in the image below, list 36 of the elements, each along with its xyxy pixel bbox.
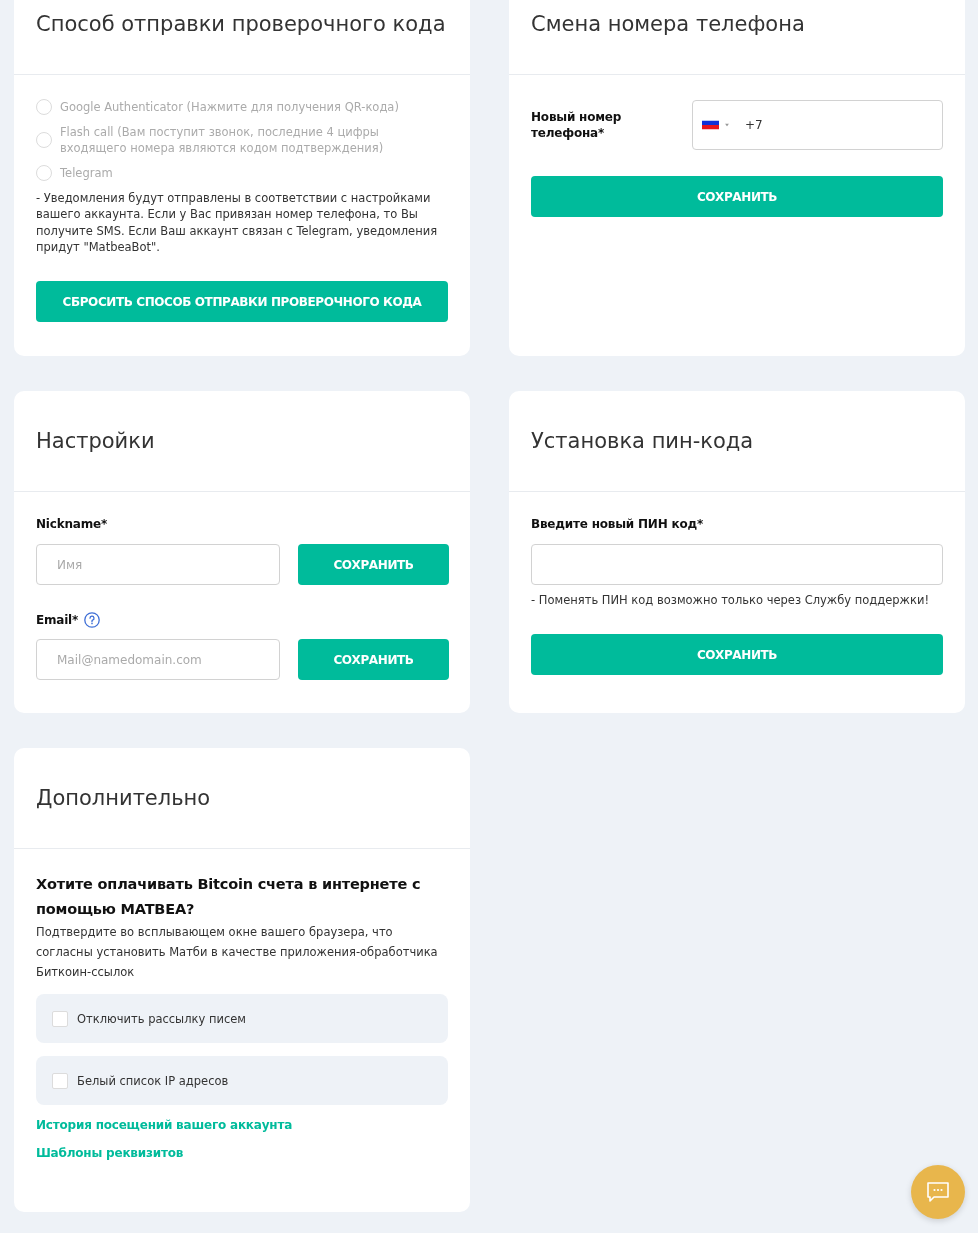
- section-title: Установка пин-кода: [531, 429, 754, 454]
- chat-button[interactable]: [911, 1165, 965, 1219]
- checkbox-label: Белый список IP адресов: [77, 1072, 229, 1089]
- checkbox[interactable]: [52, 1010, 68, 1027]
- checkbox-label: Отключить рассылку писем: [77, 1010, 247, 1027]
- text-input[interactable]: Mail@namedomain.com: [36, 639, 280, 681]
- checkbox[interactable]: [52, 1072, 68, 1089]
- reset-method-button[interactable]: СБРОСИТЬ СПОСОБ ОТПРАВКИ ПРОВЕРОЧНОГО КОДА: [36, 281, 448, 323]
- field-label: Новый номер телефона*: [531, 109, 623, 141]
- radio-label: Google Authenticator (Нажмите для получения QR-кода): [60, 99, 399, 115]
- save-button[interactable]: СОХРАНИТЬ: [298, 639, 449, 681]
- field-label: Email*: [36, 612, 79, 629]
- flag-icon[interactable]: [702, 120, 719, 130]
- question-heading: Хотите оплачивать Bitcoin счета в интернете с помощью MATBEA?: [36, 875, 422, 920]
- field-label: Введите новый ПИН код*: [531, 516, 704, 533]
- field-label: Nickname*: [36, 516, 107, 533]
- save-button[interactable]: СОХРАНИТЬ: [531, 634, 943, 676]
- description-text: Подтвердите во всплывающем окне вашего браузера, что согласны установить Матби в качестве приложения-обработчика Биткоин-ссылок: [36, 924, 439, 982]
- save-button[interactable]: СОХРАНИТЬ: [531, 176, 943, 217]
- link[interactable]: Шаблоны реквизитов: [36, 1145, 184, 1162]
- help-icon[interactable]: [84, 612, 101, 629]
- section-title: Настройки: [36, 429, 155, 454]
- note-text: - Поменять ПИН код возможно только через Службу поддержки!: [531, 592, 930, 609]
- chat-icon: [926, 1181, 950, 1203]
- radio-label: Flash call (Вам поступит звонок, последние 4 цифры входящего номера являются кодом подтверждения): [60, 124, 385, 156]
- save-button[interactable]: СОХРАНИТЬ: [298, 544, 449, 586]
- text-input[interactable]: Имя: [36, 544, 280, 586]
- caret-icon[interactable]: [725, 123, 729, 127]
- section-title: Способ отправки проверочного кода: [36, 12, 446, 36]
- link[interactable]: История посещений вашего аккаунта: [36, 1117, 293, 1134]
- pin-input[interactable]: [531, 544, 943, 586]
- section-title: Смена номера телефона: [531, 12, 805, 36]
- radio-label: Telegram: [60, 165, 113, 181]
- section-title: Дополнительно: [36, 786, 211, 811]
- note-text: - Уведомления будут отправлены в соответствии с настройками вашего аккаунта. Если у Вас привязан номер телефона, то Вы получите SMS. Если Ваш аккаунт связан с Telegram, уведомления придут "MatbeaBot".: [36, 190, 439, 256]
- phone-input[interactable]: +7: [692, 100, 943, 150]
